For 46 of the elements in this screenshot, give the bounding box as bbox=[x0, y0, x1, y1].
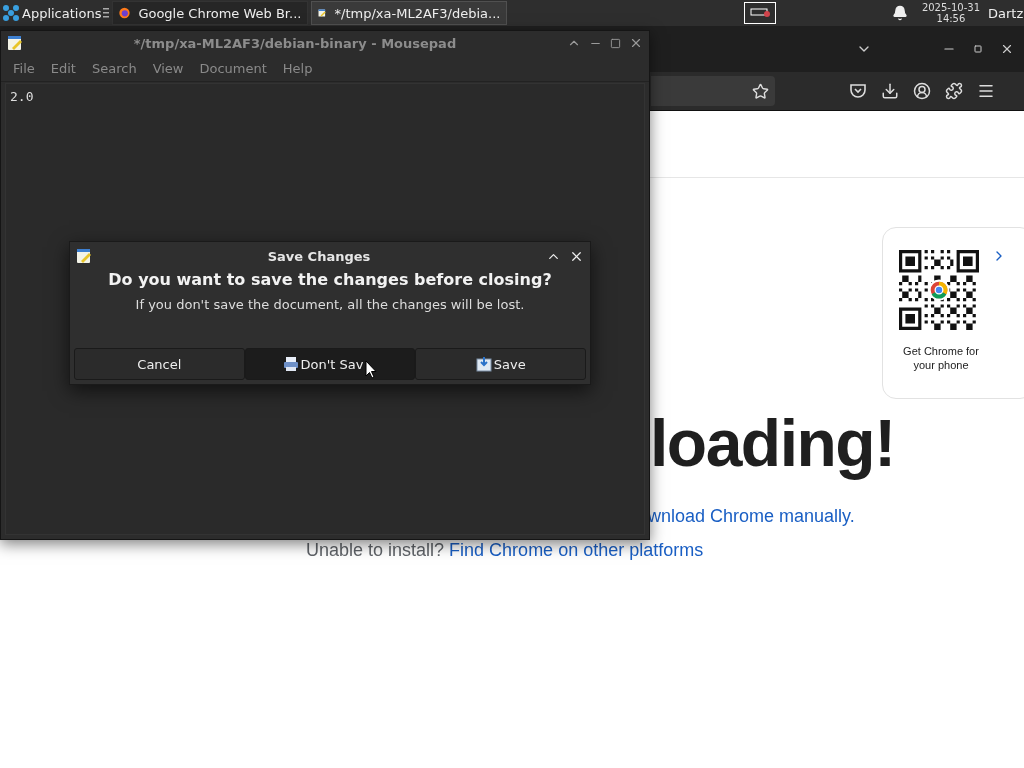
taskbar-button[interactable]: Google Chrome Web Br... bbox=[112, 1, 309, 25]
editor-text: 2.0 bbox=[10, 89, 34, 104]
qr-caption: Get Chrome for your phone bbox=[902, 344, 980, 372]
menu-item[interactable]: Search bbox=[83, 60, 145, 76]
close-icon[interactable] bbox=[1000, 42, 1014, 56]
notepad-icon bbox=[76, 248, 92, 264]
dialog-button[interactable]: Cancel bbox=[74, 348, 245, 380]
address-field[interactable] bbox=[651, 76, 775, 106]
install-prompt: Unable to install? bbox=[306, 540, 445, 560]
platforms-link[interactable]: Find Chrome on other platforms bbox=[449, 540, 704, 560]
menu-item[interactable]: Edit bbox=[42, 60, 84, 76]
download-link[interactable]: wnload Chrome manually. bbox=[648, 506, 855, 526]
printer-icon bbox=[282, 356, 299, 372]
dialog-button[interactable]: Save bbox=[415, 348, 586, 380]
pocket-icon[interactable] bbox=[849, 82, 867, 100]
dialog-message: If you don't save the document, all the changes will be lost. bbox=[134, 297, 526, 312]
save-icon bbox=[475, 356, 492, 372]
browser-icon bbox=[119, 5, 131, 21]
clock-date: 2025-10-31 bbox=[921, 2, 980, 13]
mouse-cursor-icon bbox=[365, 359, 378, 379]
account-icon[interactable] bbox=[913, 82, 931, 100]
window-title: */tmp/xa-ML2AF3/debian-binary - Mousepad bbox=[132, 35, 458, 51]
handle-icon[interactable] bbox=[103, 8, 110, 18]
apps-menu-icon bbox=[2, 4, 20, 22]
clock-time: 14:56 bbox=[936, 13, 966, 24]
notification-icon[interactable] bbox=[891, 5, 908, 21]
maximize-icon[interactable] bbox=[974, 45, 982, 53]
menu-icon[interactable] bbox=[977, 82, 995, 100]
puzzle-icon[interactable] bbox=[945, 82, 963, 100]
maximize-icon[interactable] bbox=[610, 37, 621, 49]
menu-item[interactable]: File bbox=[5, 60, 43, 76]
user-name[interactable]: Dartz bbox=[988, 5, 1024, 21]
menu-item[interactable]: Document bbox=[191, 60, 275, 76]
dialog-heading: Do you want to save the changes before closing? bbox=[107, 270, 553, 289]
menu-item[interactable]: View bbox=[144, 60, 192, 76]
menu-item[interactable]: Help bbox=[274, 60, 321, 76]
notepad-icon bbox=[7, 35, 23, 51]
page-heading: loading! bbox=[649, 405, 896, 482]
applications-menu[interactable]: Applications bbox=[0, 0, 104, 26]
dialog-button[interactable]: Don't Sav bbox=[244, 348, 416, 380]
close-icon[interactable] bbox=[629, 36, 643, 50]
dialog-title: Save Changes bbox=[266, 248, 372, 264]
star-icon[interactable] bbox=[752, 82, 769, 100]
workspace-icon[interactable] bbox=[743, 2, 776, 24]
taskbar-button[interactable]: */tmp/xa-ML2AF3/debia... bbox=[311, 1, 508, 25]
download-icon[interactable] bbox=[881, 82, 899, 100]
